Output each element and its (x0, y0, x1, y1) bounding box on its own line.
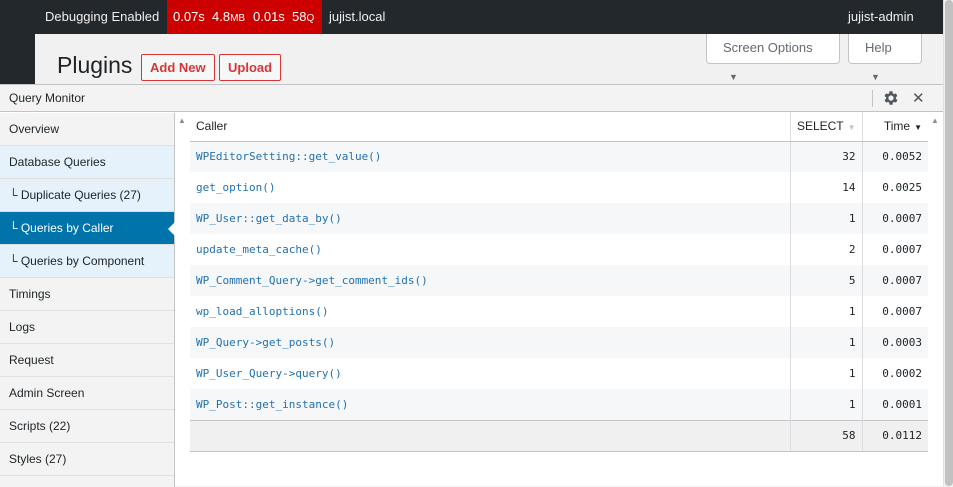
col-header-caller: Caller (190, 112, 791, 142)
table-row: WP_Comment_Query->get_comment_ids() 5 0.… (190, 265, 928, 296)
page-header: Plugins Add New Upload Screen Options▼ H… (35, 34, 943, 84)
scroll-up-arrow-icon[interactable]: ▲ (178, 116, 186, 125)
time-cell: 0.0003 (861, 327, 928, 358)
select-count-cell: 1 (789, 203, 863, 234)
col-header-select[interactable]: SELECT ▼ (789, 112, 863, 142)
qm-memory: 4.8MB (212, 0, 245, 36)
nav-item-scripts[interactable]: Scripts (22) (0, 410, 174, 443)
caller-cell[interactable]: WPEditorSetting::get_value() (190, 141, 791, 172)
caller-cell[interactable]: update_meta_cache() (190, 234, 790, 265)
nav-item-timings[interactable]: Timings (0, 278, 174, 311)
nav-item-duplicate-queries[interactable]: └ Duplicate Queries (27) (0, 179, 174, 212)
time-cell: 0.0007 (861, 265, 928, 296)
total-time-cell: 0.0112 (861, 419, 928, 452)
site-name[interactable]: jujist.local (329, 0, 385, 34)
table-row: WP_User_Query->query() 1 0.0002 (190, 358, 928, 389)
caller-cell[interactable]: WP_User_Query->query() (190, 358, 790, 389)
select-header-label: SELECT (796, 119, 844, 134)
nav-item-queries-by-caller[interactable]: └ Queries by Caller (0, 212, 175, 245)
sort-icon: ▼ (847, 123, 856, 133)
select-count-cell: 5 (789, 265, 863, 296)
time-cell: 0.0007 (861, 203, 928, 234)
qm-memory-value: 4.8 (212, 9, 231, 24)
qm-title: Query Monitor (9, 91, 86, 105)
nav-item-admin-screen[interactable]: Admin Screen (0, 377, 174, 410)
qm-queries-unit: Q (306, 13, 315, 24)
nav-item-database-queries[interactable]: Database Queries (0, 146, 174, 179)
footer-caller-cell (190, 419, 791, 452)
time-cell: 0.0007 (861, 296, 928, 327)
select-count-cell: 1 (789, 389, 863, 420)
total-select-cell: 58 (789, 419, 863, 452)
sort-descending-icon: ▼ (914, 123, 922, 133)
gear-icon[interactable] (882, 89, 900, 107)
close-icon[interactable]: ✕ (912, 85, 925, 112)
table-footer-row: 58 0.0112 (190, 419, 928, 452)
caller-cell[interactable]: WP_User::get_data_by() (190, 203, 791, 234)
table-row: WP_Query->get_posts() 1 0.0003 (190, 327, 928, 358)
table-row: wp_load_alloptions() 1 0.0007 (190, 296, 928, 327)
nav-item-request[interactable]: Request (0, 344, 174, 377)
caller-cell[interactable]: WP_Post::get_instance() (190, 389, 791, 420)
nav-item-overview[interactable]: Overview (0, 113, 174, 146)
query-monitor-badge[interactable]: 0.07s 4.8MB 0.01s 58Q (167, 0, 322, 34)
page-scrollbar[interactable] (943, 0, 953, 486)
caller-cell[interactable]: WP_Query->get_posts() (190, 327, 791, 358)
select-count-cell: 1 (789, 358, 863, 389)
qm-sidebar-nav: Overview Database Queries └ Duplicate Qu… (0, 113, 175, 487)
upload-button[interactable]: Upload (219, 54, 282, 81)
time-cell: 0.0052 (861, 141, 928, 172)
table-row: update_meta_cache() 2 0.0007 (190, 234, 928, 265)
table-row: WPEditorSetting::get_value() 32 0.0052 (190, 141, 928, 172)
add-new-button[interactable]: Add New (141, 54, 215, 81)
table-header-row: Caller SELECT ▼ Time ▼ (190, 112, 928, 142)
time-cell: 0.0002 (861, 358, 928, 389)
nav-item-styles[interactable]: Styles (27) (0, 443, 174, 476)
qm-title-bar: Query Monitor ✕ (0, 85, 943, 112)
nav-item-queries-by-component[interactable]: └ Queries by Component (0, 245, 174, 278)
qm-queries-value: 58 (292, 9, 307, 24)
caller-cell[interactable]: wp_load_alloptions() (190, 296, 790, 327)
scrollbar-thumb[interactable] (945, 0, 953, 486)
caller-header-label: Caller (196, 119, 228, 134)
divider (872, 90, 873, 107)
scroll-up-arrow-icon[interactable]: ▲ (931, 116, 939, 125)
help-label: Help (865, 40, 892, 55)
time-cell: 0.0025 (861, 172, 928, 203)
select-count-cell: 1 (789, 296, 863, 327)
queries-by-caller-table: Caller SELECT ▼ Time ▼ WPEditorSetting::ge… (190, 112, 928, 452)
table-row: WP_Post::get_instance() 1 0.0001 (190, 389, 928, 420)
debugging-enabled-label[interactable]: Debugging Enabled (45, 0, 159, 34)
select-count-cell: 32 (789, 141, 863, 172)
select-count-cell: 14 (789, 172, 863, 203)
caller-cell[interactable]: WP_Comment_Query->get_comment_ids() (190, 265, 791, 296)
select-count-cell: 2 (789, 234, 863, 265)
qm-queries: 58Q (292, 0, 314, 36)
col-header-time[interactable]: Time ▼ (861, 112, 928, 142)
help-button[interactable]: Help▼ (848, 34, 922, 82)
admin-bar: Debugging Enabled 0.07s 4.8MB 0.01s 58Q … (0, 0, 943, 34)
time-cell: 0.0001 (861, 389, 928, 420)
page-title: Plugins (57, 52, 133, 78)
table-row: WP_User::get_data_by() 1 0.0007 (190, 203, 928, 234)
screen-options-label: Screen Options (723, 40, 813, 55)
user-account[interactable]: jujist-admin (848, 0, 914, 34)
nav-item-logs[interactable]: Logs (0, 311, 174, 344)
select-count-cell: 1 (789, 327, 863, 358)
time-cell: 0.0007 (861, 234, 928, 265)
caller-cell[interactable]: get_option() (190, 172, 790, 203)
qm-db-time: 0.01s (253, 9, 285, 24)
time-header-label: Time (883, 119, 911, 134)
qm-time: 0.07s (173, 9, 205, 24)
table-row: get_option() 14 0.0025 (190, 172, 928, 203)
screen-options-button[interactable]: Screen Options▼ (706, 34, 840, 82)
qm-memory-unit: MB (230, 13, 246, 24)
admin-menu-strip (0, 34, 35, 84)
